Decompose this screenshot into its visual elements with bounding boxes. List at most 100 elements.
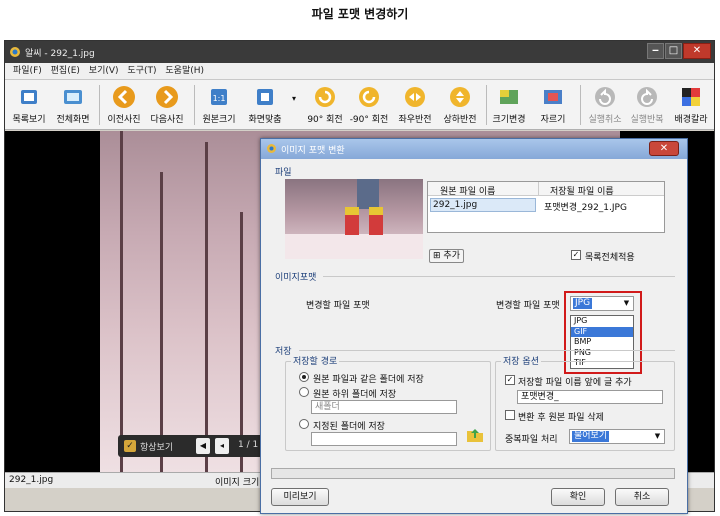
- radio-specific-folder[interactable]: [299, 419, 309, 429]
- prefix-checkbox[interactable]: ✓: [505, 375, 515, 385]
- duplicate-select-value: 물어보기: [572, 431, 610, 442]
- dialog-app-icon: [267, 144, 276, 153]
- cancel-button[interactable]: 취소: [615, 488, 669, 506]
- original-size-icon: 1:1: [211, 89, 227, 105]
- always-view-label: 항상보기: [140, 443, 174, 453]
- menu-view[interactable]: 보기(V): [86, 63, 122, 80]
- menu-tools[interactable]: 도구(T): [124, 63, 159, 80]
- maximize-button[interactable]: □: [665, 43, 682, 59]
- save-section-label: 저장: [275, 347, 292, 357]
- file-section-label: 파일: [275, 168, 292, 178]
- flip-vertical-button[interactable]: 상하반전: [438, 82, 482, 128]
- file-thumbnail: [285, 179, 423, 259]
- minimize-button[interactable]: ‒: [647, 43, 664, 59]
- page-title: 파일 포맷 변경하기: [311, 7, 409, 21]
- app-logo-icon: [10, 47, 20, 57]
- file-list-table: 원본 파일 이름 저장될 파일 이름 292_1.jpg 포맷변경_292_1.…: [427, 181, 665, 233]
- prefix-label: 저장할 파일 이름 앞에 글 추가: [518, 378, 632, 388]
- prev-photo-button[interactable]: 이전사진: [104, 82, 144, 128]
- menubar: 파일(F) 편집(E) 보기(V) 도구(T) 도움말(H): [5, 63, 714, 80]
- background-color-button[interactable]: 배경칼라: [670, 82, 712, 128]
- format-left-label: 변경할 파일 포맷: [306, 301, 370, 311]
- undo-button[interactable]: 실행취소: [585, 82, 625, 128]
- toolbar: 목록보기 전체화면 이전사진 다음사진 1:1 원본크기 화면맞춤 ▾ 90° …: [5, 80, 714, 130]
- file-list-header: 원본 파일 이름 저장될 파일 이름: [428, 182, 664, 197]
- ok-button[interactable]: 확인: [551, 488, 605, 506]
- delete-original-label: 변환 후 원본 파일 삭제: [518, 413, 604, 423]
- redo-button[interactable]: 실행반복: [627, 82, 667, 128]
- viewer-controls: ✓ 항상보기 ◀ ◂ 1 / 1: [118, 435, 268, 457]
- prefix-input[interactable]: 포맷변경_: [517, 390, 663, 404]
- always-view-checkbox[interactable]: ✓: [124, 440, 136, 452]
- radio-same-folder[interactable]: [299, 372, 309, 382]
- dialog-title: 이미지 포맷 변환: [281, 146, 345, 156]
- format-section-label: 이미지포맷: [275, 273, 317, 283]
- crop-button[interactable]: 자르기: [533, 82, 573, 128]
- same-folder-label: 원본 파일과 같은 폴더에 저장: [313, 375, 424, 385]
- subfolder-name-input[interactable]: 새폴더: [311, 400, 457, 414]
- chevron-down-icon: ▼: [654, 432, 661, 440]
- app-title: 알씨 - 292_1.jpg: [25, 49, 95, 59]
- duplicate-select[interactable]: 물어보기 ▼: [569, 429, 665, 444]
- menu-file[interactable]: 파일(F): [10, 63, 45, 80]
- duplicate-label: 중복파일 처리: [505, 435, 558, 445]
- flip-horizontal-button[interactable]: 좌우반전: [393, 82, 437, 128]
- menu-edit[interactable]: 편집(E): [48, 63, 83, 80]
- flip-horizontal-icon: [405, 87, 425, 107]
- folder-browse-icon[interactable]: [465, 426, 485, 444]
- original-size-button[interactable]: 1:1 원본크기: [199, 82, 239, 128]
- rotate-ccw-icon: [359, 87, 379, 107]
- format-right-label: 변경할 파일 포맷: [496, 301, 560, 311]
- menu-help[interactable]: 도움말(H): [162, 63, 207, 80]
- fit-dropdown-arrow-icon[interactable]: ▾: [292, 94, 296, 103]
- apply-all-label: 목록전체적용: [585, 253, 635, 263]
- add-file-button[interactable]: ⊞ 추가: [429, 249, 464, 263]
- crop-icon: [544, 90, 562, 104]
- preview-button[interactable]: 미리보기: [271, 488, 329, 506]
- fit-screen-icon: [257, 89, 273, 105]
- progress-bar: [271, 468, 675, 479]
- prev-page-button[interactable]: ◀: [196, 438, 210, 454]
- fullscreen-button[interactable]: 전체화면: [53, 82, 93, 128]
- fullscreen-icon: [64, 90, 82, 104]
- table-row[interactable]: 292_1.jpg 포맷변경_292_1.JPG: [428, 198, 664, 213]
- rotate-cw-icon: [315, 87, 335, 107]
- prev-page-small-button[interactable]: ◂: [215, 438, 229, 454]
- thumbnail-photo-icon: [285, 179, 423, 259]
- rotate-cw-button[interactable]: 90° 회전: [303, 82, 347, 128]
- resize-button[interactable]: 크기변경: [489, 82, 529, 128]
- undo-icon: [595, 87, 615, 107]
- apply-all-checkbox[interactable]: ✓: [571, 250, 581, 260]
- dialog-close-button[interactable]: ✕: [649, 141, 679, 156]
- target-file-cell: 포맷변경_292_1.JPG: [544, 203, 627, 213]
- close-button[interactable]: ✕: [683, 43, 711, 59]
- prev-photo-icon: [113, 86, 135, 108]
- col-source-name[interactable]: 원본 파일 이름: [440, 184, 495, 197]
- redo-icon: [637, 87, 657, 107]
- subfolder-label: 원본 하위 폴더에 저장: [313, 390, 397, 400]
- toolbar-separator: [580, 85, 581, 125]
- format-convert-dialog: 이미지 포맷 변환 ✕ 파일 원본 파일 이름 저장될 파일 이름 292_1.…: [260, 138, 688, 514]
- next-photo-button[interactable]: 다음사진: [147, 82, 187, 128]
- flip-vertical-icon: [450, 87, 470, 107]
- app-titlebar[interactable]: 알씨 - 292_1.jpg ‒ □ ✕: [5, 41, 714, 63]
- col-target-name[interactable]: 저장될 파일 이름: [550, 184, 614, 197]
- rotate-ccw-button[interactable]: -90° 회전: [347, 82, 391, 128]
- save-path-group-label: 저장할 경로: [291, 354, 340, 367]
- toolbar-separator: [486, 85, 487, 125]
- list-view-icon: [21, 90, 37, 104]
- toolbar-separator: [99, 85, 100, 125]
- list-view-button[interactable]: 목록보기: [9, 82, 49, 128]
- save-options-group-label: 저장 옵션: [501, 354, 541, 367]
- svg-text:1:1: 1:1: [213, 94, 226, 103]
- specific-folder-input[interactable]: [311, 432, 457, 446]
- specific-folder-label: 지정된 폴더에 저장: [313, 422, 385, 432]
- delete-original-checkbox[interactable]: [505, 410, 515, 420]
- page-indicator: 1 / 1: [238, 440, 259, 450]
- source-file-cell: 292_1.jpg: [430, 198, 536, 212]
- radio-subfolder[interactable]: [299, 387, 309, 397]
- status-info: 이미지 크기: [215, 478, 260, 488]
- dialog-titlebar[interactable]: 이미지 포맷 변환 ✕: [261, 139, 687, 159]
- toolbar-separator: [194, 85, 195, 125]
- fit-screen-button[interactable]: 화면맞춤: [245, 82, 285, 128]
